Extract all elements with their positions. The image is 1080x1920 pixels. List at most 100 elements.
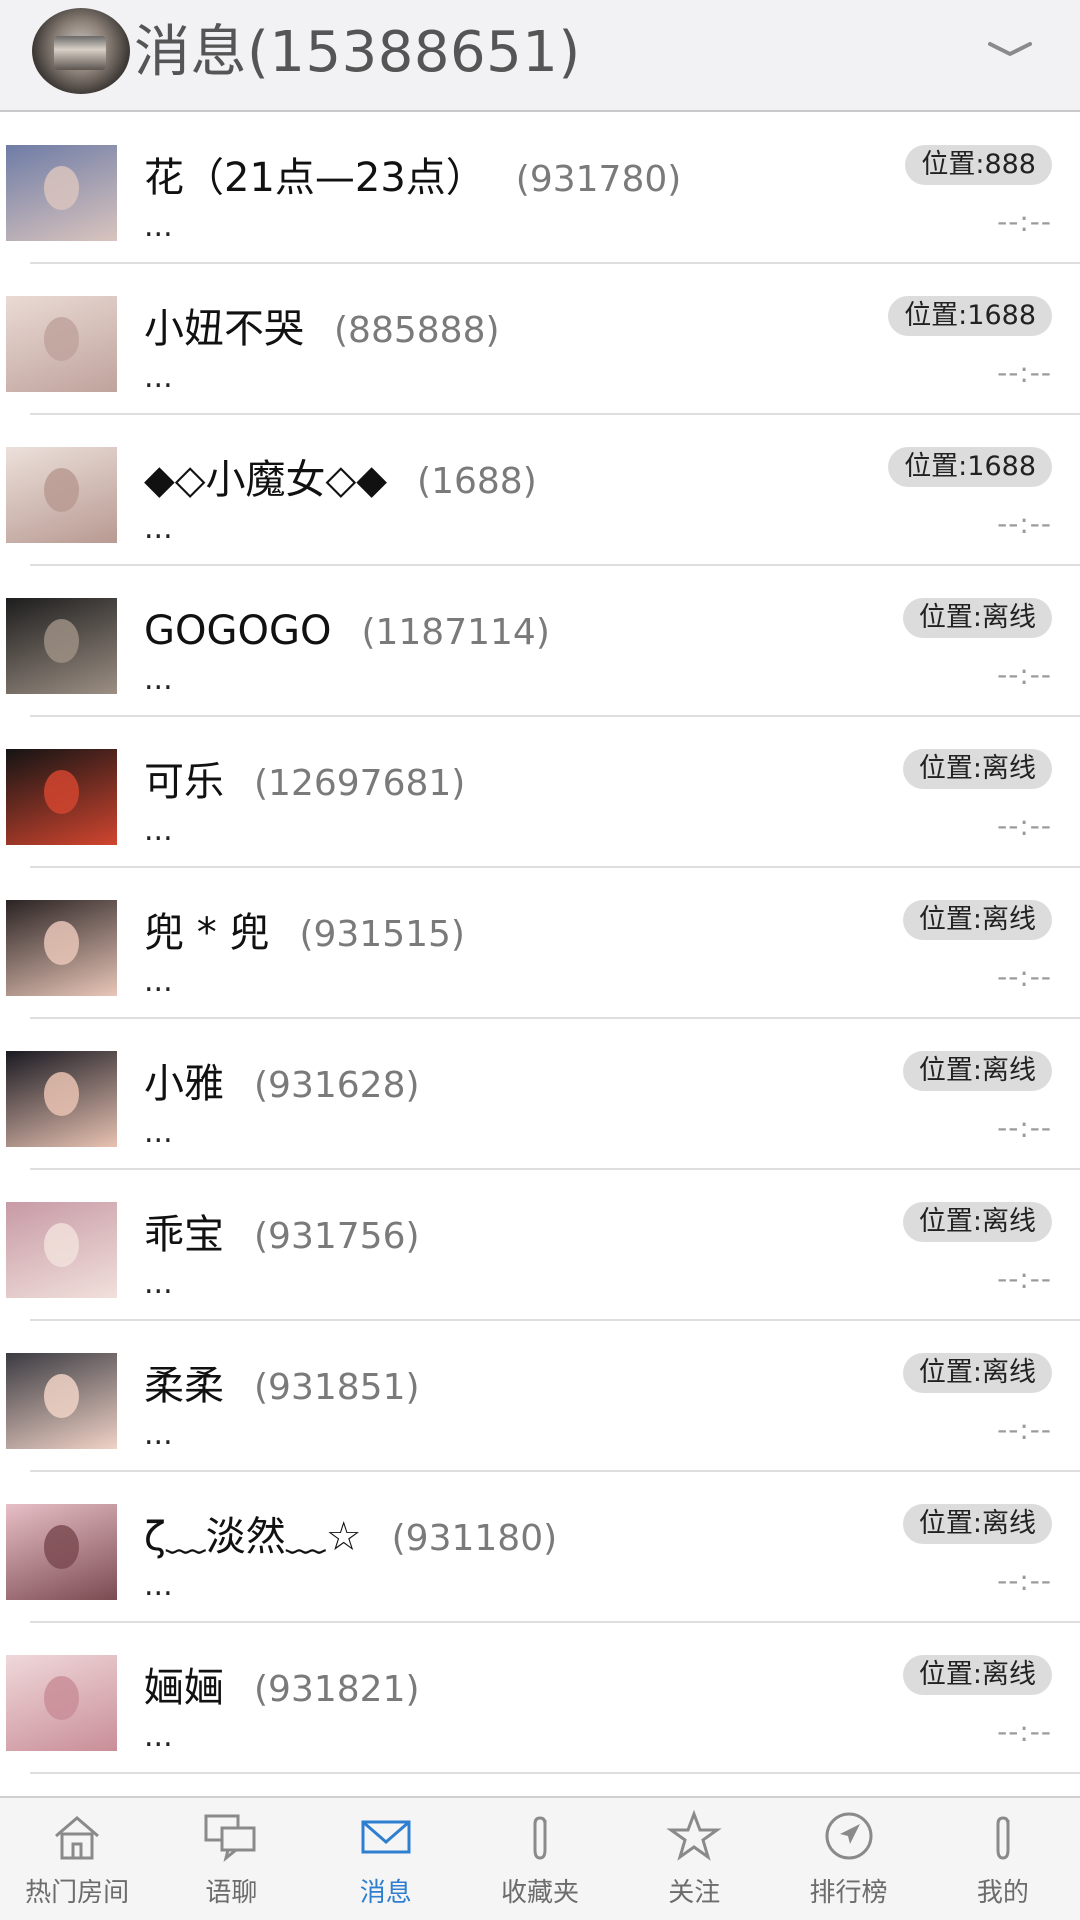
conversation-list: 花（21点—23点） (931780)... 位置:888 --:-- 小妞不哭 (885… [0,113,1080,1774]
conversation-row[interactable]: 婳婳 (931821)... 位置:离线 --:-- [0,1623,1080,1774]
tab-navigation[interactable]: 排行榜 [771,1798,925,1920]
conversation-avatar[interactable] [6,1504,117,1600]
conversation-name-line: 小雅 (931628) [144,1053,420,1115]
tab-label: 热门房间 [25,1878,130,1908]
contact-name: 花（21点—23点） [144,155,486,201]
chat-bubbles-icon [204,1814,256,1862]
conversation-avatar[interactable] [6,1202,117,1298]
contact-name: 兜 * 兜 [144,910,270,956]
message-time: --:-- [997,809,1052,842]
conversation-row[interactable]: 兜 * 兜 (931515)... 位置:离线 --:-- [0,868,1080,1019]
contact-name: 小雅 [144,1061,224,1107]
tab-mail[interactable]: 消息 [309,1798,463,1920]
contact-name: 婳婳 [144,1665,224,1711]
conversation-name-line: ζ﹏淡然﹏☆ (931180) [144,1506,557,1568]
conversation-avatar[interactable] [6,1051,117,1147]
conversation-avatar[interactable] [6,749,117,845]
mail-icon [361,1820,411,1854]
conversation-row[interactable]: 柔柔 (931851)... 位置:离线 --:-- [0,1321,1080,1472]
message-preview: ... [144,1719,173,1754]
home-icon [55,1816,100,1860]
tab-paperclip[interactable]: 收藏夹 [463,1798,617,1920]
conversation-row[interactable]: 花（21点—23点） (931780)... 位置:888 --:-- [0,113,1080,264]
conversation-name-line: 乖宝 (931756) [144,1204,420,1266]
message-time: --:-- [997,1262,1052,1295]
conversation-avatar[interactable] [6,296,117,392]
tab-label: 收藏夹 [500,1878,579,1908]
conversation-avatar[interactable] [6,447,117,543]
conversation-row[interactable]: GOGOGO (1187114)... 位置:离线 --:-- [0,566,1080,717]
tab-label: 我的 [976,1878,1029,1908]
contact-name: 柔柔 [144,1363,224,1409]
contact-id: (1187114) [361,612,550,653]
tab-chat-bubbles[interactable]: 语聊 [154,1798,308,1920]
conversation-name-line: 小妞不哭 (885888) [144,298,500,360]
tab-paperclip[interactable]: 我的 [926,1798,1080,1920]
conversation-avatar[interactable] [6,598,117,694]
contact-id: (931780) [515,159,682,200]
contact-name: GOGOGO [144,608,332,654]
contact-name: 小妞不哭 [144,306,304,352]
tab-label: 排行榜 [809,1878,888,1908]
message-preview: ... [144,1568,173,1603]
message-preview: ... [144,1417,173,1452]
conversation-name-line: 柔柔 (931851) [144,1355,420,1417]
tab-home[interactable]: 热门房间 [0,1798,154,1920]
conversation-row[interactable]: 乖宝 (931756)... 位置:离线 --:-- [0,1170,1080,1321]
star-icon [666,1810,722,1861]
message-time: --:-- [997,356,1052,389]
message-preview: ... [144,1115,173,1150]
location-badge: 位置:1688 [888,296,1052,336]
paperclip-icon [996,1816,1010,1860]
location-badge: 位置:离线 [902,749,1052,789]
message-preview: ... [144,1266,173,1301]
contact-id: (1688) [417,461,537,502]
conversation-row[interactable]: ζ﹏淡然﹏☆ (931180)... 位置:离线 --:-- [0,1472,1080,1623]
conversation-row[interactable]: ◆◇小魔女◇◆ (1688)... 位置:1688 --:-- [0,415,1080,566]
conversation-name-line: 兜 * 兜 (931515) [144,902,465,964]
message-preview: ... [144,964,173,999]
contact-id: (931756) [254,1216,420,1257]
contact-id: (885888) [334,310,500,351]
message-preview: ... [144,511,173,546]
contact-id: (931180) [391,1518,558,1559]
conversation-avatar[interactable] [6,900,117,996]
tab-star[interactable]: 关注 [617,1798,771,1920]
conversation-name-line: 花（21点—23点） (931780) [144,147,681,209]
location-badge: 位置:离线 [902,900,1052,940]
page-title: 消息(15388651) [134,20,581,85]
location-badge: 位置:离线 [902,1655,1052,1695]
location-badge: 位置:888 [905,145,1052,185]
contact-id: (931851) [254,1367,420,1408]
header-bar: 消息(15388651) [0,0,1080,112]
conversation-name-line: 可乐 (12697681) [144,751,465,813]
message-time: --:-- [997,507,1052,540]
conversation-avatar[interactable] [6,145,117,241]
conversation-avatar[interactable] [6,1655,117,1751]
navigation-icon [825,1812,873,1860]
conversation-row[interactable]: 可乐 (12697681)... 位置:离线 --:-- [0,717,1080,868]
message-preview: ... [144,209,173,244]
paperclip-icon [533,1816,547,1860]
bottom-tab-bar: 热门房间 语聊 消息 收藏夹 关注 排行榜 我的 [0,1796,1080,1920]
location-badge: 位置:离线 [902,1202,1052,1242]
conversation-avatar[interactable] [6,1353,117,1449]
message-time: --:-- [997,960,1052,993]
chevron-down-icon[interactable] [980,26,1040,76]
message-preview: ... [144,662,173,697]
conversation-row[interactable]: 小妞不哭 (885888)... 位置:1688 --:-- [0,264,1080,415]
contact-id: (12697681) [254,763,466,804]
tab-label: 语聊 [205,1878,258,1908]
tab-label: 关注 [668,1878,721,1908]
message-time: --:-- [997,1413,1052,1446]
message-time: --:-- [997,1564,1052,1597]
location-badge: 位置:离线 [902,1051,1052,1091]
message-time: --:-- [997,1715,1052,1748]
conversation-row[interactable]: 小雅 (931628)... 位置:离线 --:-- [0,1019,1080,1170]
conversation-name-line: GOGOGO (1187114) [144,600,550,662]
message-time: --:-- [997,205,1052,238]
tab-label: 消息 [359,1878,412,1908]
contact-name: 乖宝 [144,1212,224,1258]
contact-id: (931515) [299,914,465,955]
user-avatar[interactable] [32,8,130,94]
